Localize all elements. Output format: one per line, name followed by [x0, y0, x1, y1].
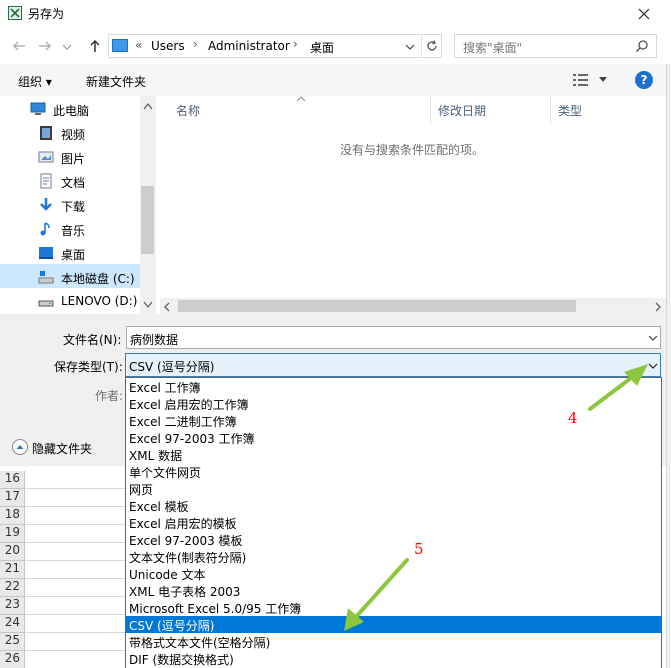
arrow-step-4	[588, 364, 648, 411]
annotation-step-4: 4	[568, 409, 578, 427]
annotation-step-5: 5	[414, 540, 424, 558]
arrow-step-5	[344, 558, 409, 631]
annotation-arrows	[344, 364, 648, 631]
